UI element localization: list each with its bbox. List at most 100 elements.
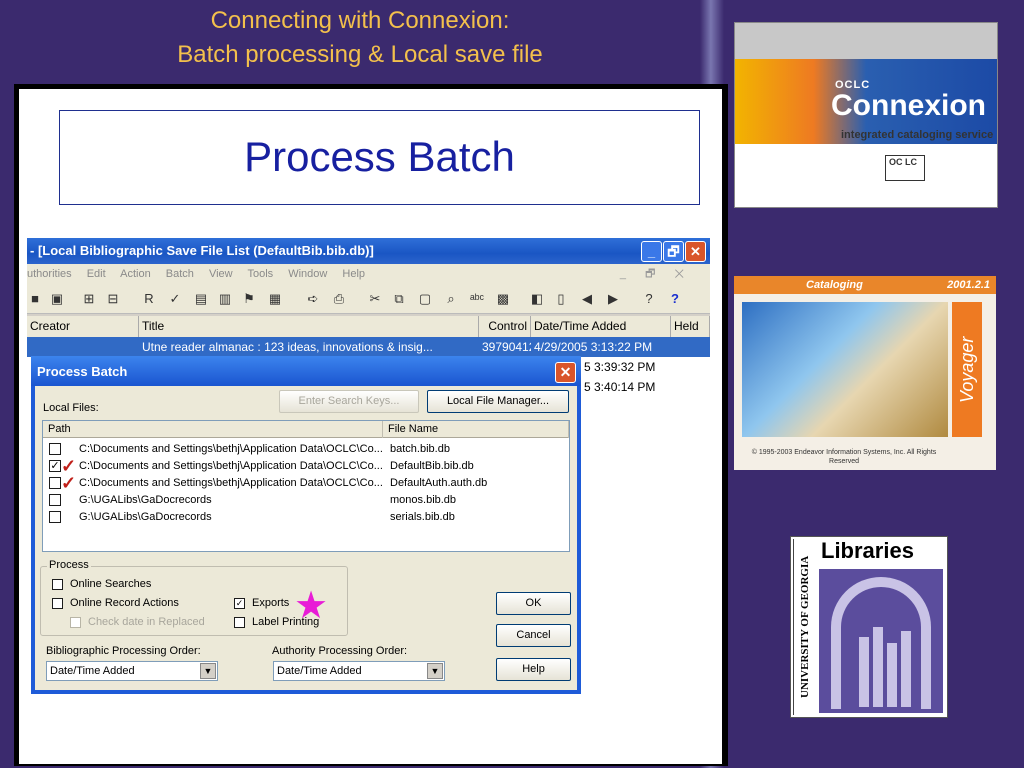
restore-button[interactable]: 🗗 — [663, 241, 684, 262]
row-datetime: 5 3:40:14 PM — [584, 380, 656, 394]
send-icon[interactable]: ➪ — [305, 291, 321, 307]
split-grey-icon[interactable]: ⊟ — [105, 291, 121, 307]
menu-tools[interactable]: Tools — [247, 268, 273, 280]
voyager-module: Cataloging — [806, 279, 863, 291]
file-path: G:\UGALibs\GaDocrecords — [79, 494, 212, 506]
records-icon[interactable]: ▩ — [495, 291, 511, 307]
menu-window[interactable]: Window — [288, 268, 327, 280]
back-icon[interactable]: ◀ — [579, 291, 595, 307]
list-header: Creator Title Control # Date/Time Added … — [27, 316, 710, 354]
online-record-actions-checkbox[interactable] — [52, 598, 63, 609]
dialog-title: Process Batch — [31, 356, 581, 386]
menu-edit[interactable]: Edit — [87, 268, 106, 280]
split-icon[interactable]: ⊞ — [81, 291, 97, 307]
book-open-icon[interactable]: ▯ — [553, 291, 569, 307]
label-printing-checkbox[interactable] — [234, 617, 245, 628]
enter-search-keys-button[interactable]: Enter Search Keys... — [279, 390, 419, 413]
validate-icon[interactable]: ✓ — [167, 291, 183, 307]
file-row[interactable]: G:\UGALibs\GaDocrecords serials.bib.db — [43, 509, 569, 526]
menu-action[interactable]: Action — [120, 268, 151, 280]
file-row[interactable]: C:\Documents and Settings\bethj\Applicat… — [43, 441, 569, 458]
forward-icon[interactable]: ▶ — [605, 291, 621, 307]
menu-authorities[interactable]: uthorities — [27, 268, 72, 280]
window-close-button[interactable]: ✕ — [685, 241, 706, 262]
dropdown-arrow-icon[interactable]: ▼ — [200, 663, 216, 679]
uga-side-text: UNIVERSITY OF GEORGIA — [793, 539, 815, 715]
exports-checkbox[interactable]: ✓ — [234, 598, 245, 609]
abc-icon[interactable]: ᵃᵇᶜ — [469, 291, 485, 307]
menu-view[interactable]: View — [209, 268, 233, 280]
grid-icon[interactable]: ▦ — [267, 291, 283, 307]
col-creator[interactable]: Creator — [27, 316, 139, 337]
auth-order-value: Date/Time Added — [277, 665, 362, 677]
file-path: G:\UGALibs\GaDocrecords — [79, 511, 212, 523]
dropdown-arrow-icon[interactable]: ▼ — [427, 663, 443, 679]
derive-icon[interactable]: ▥ — [217, 291, 233, 307]
file-name: DefaultBib.bib.db — [390, 460, 474, 472]
col-file-name[interactable]: File Name — [383, 421, 569, 438]
local-file-manager-button[interactable]: Local File Manager... — [427, 390, 569, 413]
toolbar: ■ ▣ ⊞ ⊟ R ✓ ▤ ▥ ⚑ ▦ ➪ ⎙ ✂ ⧉ ▢ ⌕ ᵃᵇᶜ ▩ ◧ … — [27, 284, 710, 314]
col-path[interactable]: Path — [43, 421, 383, 438]
bib-order-select[interactable]: Date/Time Added ▼ — [46, 661, 218, 681]
online-record-actions-label[interactable]: Online Record Actions — [70, 597, 179, 609]
exports-label[interactable]: Exports — [252, 597, 289, 609]
copy-record-icon[interactable]: ▤ — [193, 291, 209, 307]
library-arch-image — [819, 569, 943, 713]
voyager-artwork-image — [742, 302, 948, 437]
col-datetime[interactable]: Date/Time Added — [531, 316, 671, 337]
file-row[interactable]: ✓ ✓ C:\Documents and Settings\bethj\Appl… — [43, 457, 569, 475]
file-row[interactable]: ✓ C:\Documents and Settings\bethj\Applic… — [43, 473, 569, 493]
row-title: Utne reader almanac : 123 ideas, innovat… — [142, 340, 433, 354]
file-checkbox-checked[interactable]: ✓ — [49, 460, 61, 472]
flag-icon[interactable]: ⚑ — [241, 291, 257, 307]
file-checkbox[interactable] — [49, 494, 61, 506]
online-searches-checkbox[interactable] — [52, 579, 63, 590]
oclc-connexion-logo: OCLC Connexion integrated cataloging ser… — [734, 22, 998, 208]
cut-icon[interactable]: ✂ — [367, 291, 383, 307]
file-name: batch.bib.db — [390, 443, 450, 455]
table-row[interactable]: Utne reader almanac : 123 ideas, innovat… — [27, 337, 710, 357]
paste-icon[interactable]: ▢ — [417, 291, 433, 307]
col-title[interactable]: Title — [139, 316, 479, 337]
file-checkbox[interactable] — [49, 477, 61, 489]
book-shape — [901, 631, 911, 707]
check-date-replaced-checkbox[interactable] — [70, 617, 81, 628]
row-datetime: 5 3:39:32 PM — [584, 360, 656, 374]
bib-order-label: Bibliographic Processing Order: — [46, 645, 201, 657]
auth-order-select[interactable]: Date/Time Added ▼ — [273, 661, 445, 681]
copy-icon[interactable]: ⧉ — [391, 291, 407, 307]
file-checkbox[interactable] — [49, 443, 61, 455]
toggle-icon[interactable]: ◧ — [529, 291, 545, 307]
reformat-icon[interactable]: R — [141, 291, 157, 307]
mdi-controls-icon[interactable]: _ 🗗 ✕ — [620, 264, 692, 284]
voyager-cataloging-logo: Cataloging 2001.2.1 Voyager © 1995-2003 … — [734, 276, 996, 470]
col-control[interactable]: Control # — [479, 316, 531, 354]
checkmark-icon: ✓ — [61, 473, 77, 493]
cancel-button[interactable]: Cancel — [496, 624, 571, 647]
row-datetime: 4/29/2005 3:13:22 PM — [534, 340, 653, 354]
menu-help[interactable]: Help — [342, 268, 365, 280]
col-held[interactable]: Held — [671, 316, 710, 337]
print-icon[interactable]: ⎙ — [331, 291, 347, 307]
file-name: monos.bib.db — [390, 494, 457, 506]
file-name: DefaultAuth.auth.db — [390, 477, 488, 489]
check-date-replaced-label[interactable]: Check date in Replaced — [88, 616, 205, 628]
file-checkbox[interactable] — [49, 511, 61, 523]
help-button[interactable]: Help — [496, 658, 571, 681]
menu-batch[interactable]: Batch — [166, 268, 194, 280]
image-icon[interactable]: ▣ — [49, 291, 65, 307]
ok-button[interactable]: OK — [496, 592, 571, 615]
dialog-close-button[interactable]: ✕ — [555, 362, 576, 383]
help-icon[interactable]: ? — [667, 291, 683, 307]
dialog-body: Local Files: Enter Search Keys... Local … — [35, 386, 577, 690]
online-searches-label[interactable]: Online Searches — [70, 578, 151, 590]
menu-bar: uthorities Edit Action Batch View Tools … — [27, 264, 710, 284]
book-icon[interactable]: ■ — [27, 291, 43, 307]
file-path: C:\Documents and Settings\bethj\Applicat… — [79, 443, 383, 455]
find-icon[interactable]: ⌕ — [443, 291, 459, 307]
context-help-icon[interactable]: ? — [641, 291, 657, 307]
minimize-button[interactable]: _ — [641, 241, 662, 262]
process-batch-dialog: Process Batch ✕ Local Files: Enter Searc… — [31, 356, 581, 694]
file-row[interactable]: G:\UGALibs\GaDocrecords monos.bib.db — [43, 492, 569, 509]
